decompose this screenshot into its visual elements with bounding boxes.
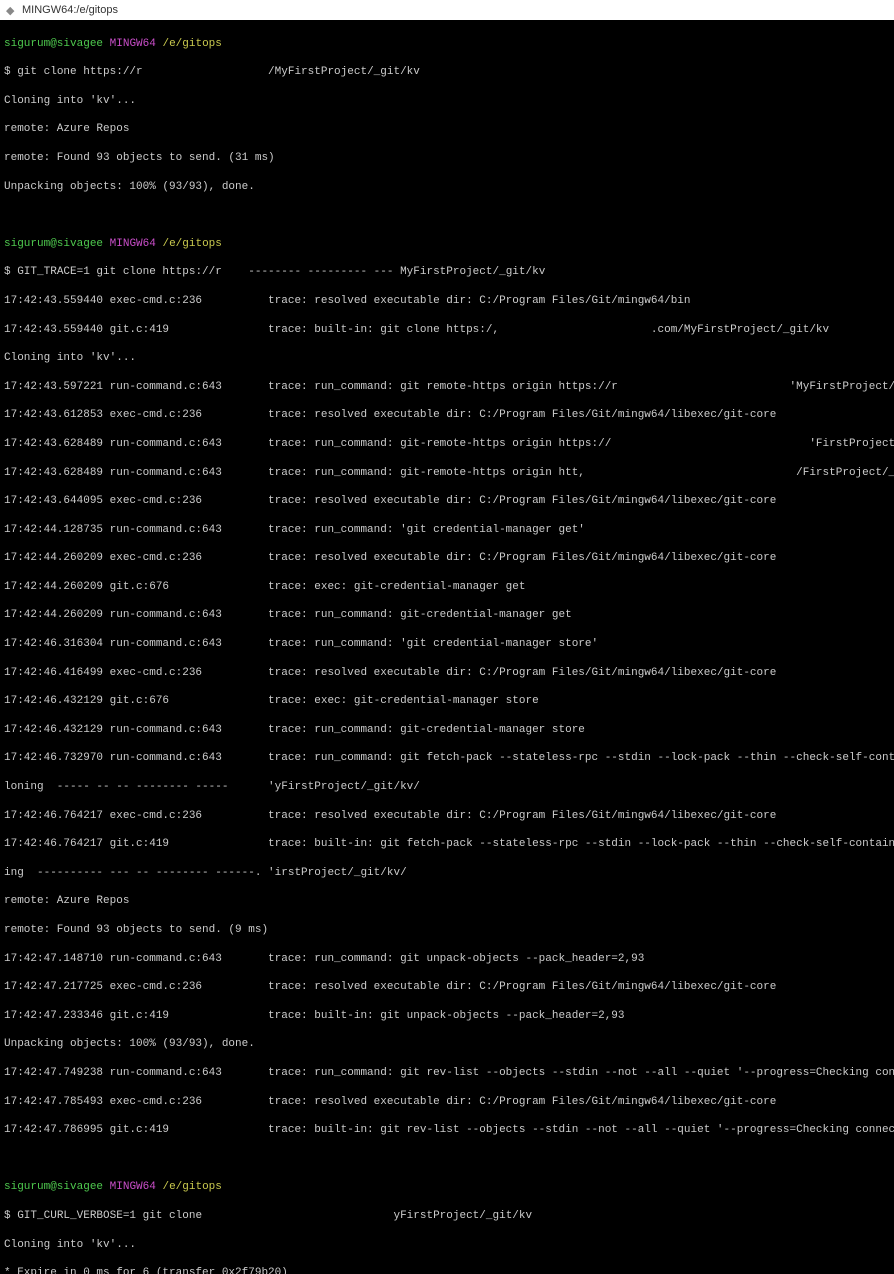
- prompt-dollar: $: [4, 1210, 11, 1222]
- trace-line: 17:42:46.316304 run-command.c:643 trace:…: [4, 637, 890, 651]
- trace-line: 17:42:47.786995 git.c:419 trace: built-i…: [4, 1123, 890, 1137]
- trace-line: 17:42:46.764217 git.c:419 trace: built-i…: [4, 837, 890, 851]
- trace-line: 17:42:43.628489 run-command.c:643 trace:…: [4, 437, 890, 451]
- trace-line: 17:42:47.233346 git.c:419 trace: built-i…: [4, 1009, 890, 1023]
- trace-line: 17:42:44.128735 run-command.c:643 trace:…: [4, 523, 890, 537]
- trace-line: ing ---------- --- -- -------- ------. '…: [4, 866, 890, 880]
- terminal-output[interactable]: sigurum@sivagee MINGW64 /e/gitops $ git …: [0, 20, 894, 1274]
- trace-line: 17:42:46.416499 exec-cmd.c:236 trace: re…: [4, 666, 890, 680]
- prompt-user-host: sigurum@sivagee: [4, 238, 103, 250]
- prompt-dollar: $: [4, 266, 11, 278]
- trace-line: 17:42:47.785493 exec-cmd.c:236 trace: re…: [4, 1095, 890, 1109]
- trace-line: 17:42:46.764217 exec-cmd.c:236 trace: re…: [4, 809, 890, 823]
- trace-line: 17:42:43.559440 git.c:419 trace: built-i…: [4, 323, 890, 337]
- prompt-env: MINGW64: [110, 238, 156, 250]
- prompt-user-host: sigurum@sivagee: [4, 38, 103, 50]
- trace-line: 17:42:44.260209 run-command.c:643 trace:…: [4, 608, 890, 622]
- command-line: git clone https://r /MyFirstProject/_git…: [11, 66, 420, 78]
- command-line: GIT_CURL_VERBOSE=1 git clone yFirstProje…: [11, 1210, 533, 1222]
- prompt-env: MINGW64: [110, 38, 156, 50]
- trace-line: 17:42:43.612853 exec-cmd.c:236 trace: re…: [4, 408, 890, 422]
- prompt-path: /e/gitops: [162, 1181, 221, 1193]
- trace-line: 17:42:43.628489 run-command.c:643 trace:…: [4, 466, 890, 480]
- output-line: Unpacking objects: 100% (93/93), done.: [4, 180, 890, 194]
- output-line: remote: Found 93 objects to send. (31 ms…: [4, 151, 890, 165]
- trace-line: 17:42:47.217725 exec-cmd.c:236 trace: re…: [4, 980, 890, 994]
- prompt-dollar: $: [4, 66, 11, 78]
- window-title: MINGW64:/e/gitops: [22, 3, 118, 17]
- trace-line: 17:42:44.260209 exec-cmd.c:236 trace: re…: [4, 551, 890, 565]
- output-line: remote: Azure Repos: [4, 894, 890, 908]
- prompt-user-host: sigurum@sivagee: [4, 1181, 103, 1193]
- trace-line: 17:42:43.597221 run-command.c:643 trace:…: [4, 380, 890, 394]
- trace-line: loning ----- -- -- -------- ----- 'yFirs…: [4, 780, 890, 794]
- command-line: GIT_TRACE=1 git clone https://r --------…: [11, 266, 546, 278]
- output-line: remote: Azure Repos: [4, 122, 890, 136]
- output-line: Cloning into 'kv'...: [4, 94, 890, 108]
- prompt-path: /e/gitops: [162, 38, 221, 50]
- trace-line: 17:42:47.749238 run-command.c:643 trace:…: [4, 1066, 890, 1080]
- output-line: Cloning into 'kv'...: [4, 351, 890, 365]
- prompt-path: /e/gitops: [162, 238, 221, 250]
- prompt-env: MINGW64: [110, 1181, 156, 1193]
- trace-line: 17:42:46.732970 run-command.c:643 trace:…: [4, 751, 890, 765]
- curl-verbose-line: * Expire in 0 ms for 6 (transfer 0x2f79b…: [4, 1266, 890, 1274]
- trace-line: 17:42:43.644095 exec-cmd.c:236 trace: re…: [4, 494, 890, 508]
- window-title-bar[interactable]: MINGW64:/e/gitops: [0, 0, 894, 20]
- mingw-icon: [6, 4, 18, 16]
- output-line: Unpacking objects: 100% (93/93), done.: [4, 1037, 890, 1051]
- trace-line: 17:42:44.260209 git.c:676 trace: exec: g…: [4, 580, 890, 594]
- trace-line: 17:42:46.432129 git.c:676 trace: exec: g…: [4, 694, 890, 708]
- trace-line: 17:42:47.148710 run-command.c:643 trace:…: [4, 952, 890, 966]
- output-line: Cloning into 'kv'...: [4, 1238, 890, 1252]
- trace-line: 17:42:43.559440 exec-cmd.c:236 trace: re…: [4, 294, 890, 308]
- output-line: remote: Found 93 objects to send. (9 ms): [4, 923, 890, 937]
- trace-line: 17:42:46.432129 run-command.c:643 trace:…: [4, 723, 890, 737]
